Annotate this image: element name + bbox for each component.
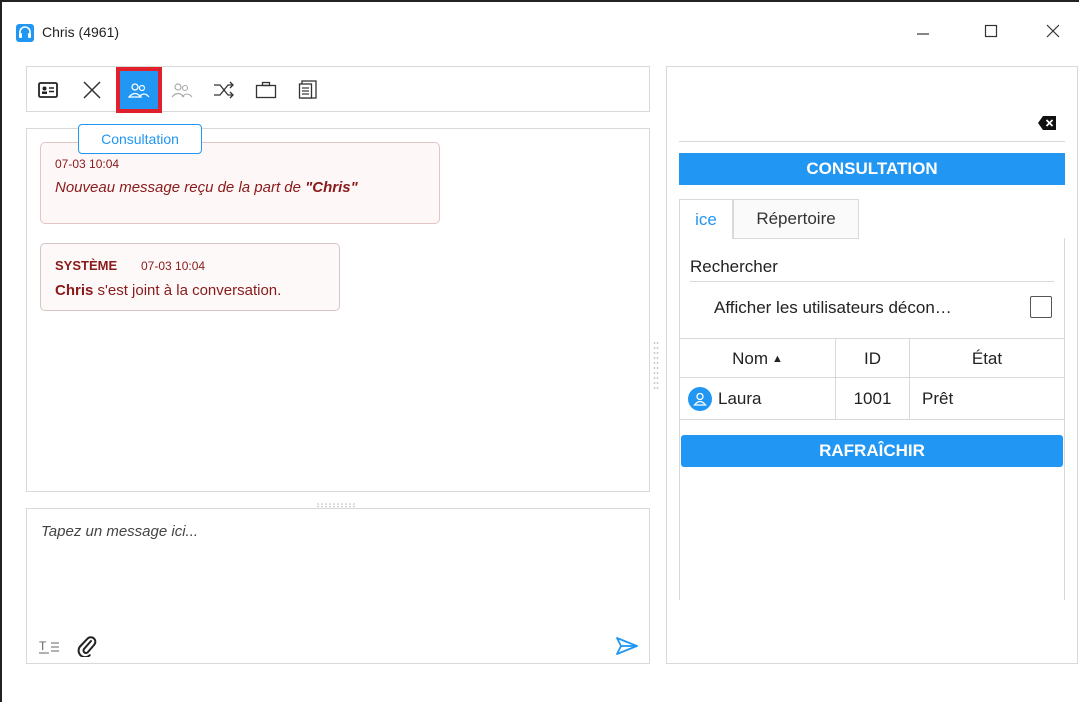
table-row[interactable]: Laura 1001 Prêt bbox=[680, 378, 1064, 420]
notes-button[interactable] bbox=[291, 73, 325, 107]
transfer-button[interactable] bbox=[207, 73, 241, 107]
user-name: Laura bbox=[718, 389, 762, 408]
notes-icon bbox=[298, 80, 317, 99]
title-bar: Chris (4961) bbox=[2, 2, 1079, 48]
message-text: Nouveau message reçu de la part de bbox=[55, 179, 306, 196]
headset-icon bbox=[16, 24, 34, 42]
send-button[interactable] bbox=[615, 635, 639, 657]
end-call-icon bbox=[83, 81, 101, 99]
search-input[interactable] bbox=[690, 252, 1054, 282]
maximize-icon bbox=[984, 24, 998, 38]
message-body: Nouveau message reçu de la part de "Chri… bbox=[55, 179, 358, 196]
briefcase-icon bbox=[255, 81, 277, 99]
conference-icon bbox=[171, 83, 193, 98]
consultation-header: CONSULTATION bbox=[679, 153, 1065, 185]
contact-card-button[interactable] bbox=[31, 73, 65, 107]
clear-button[interactable] bbox=[1037, 115, 1057, 131]
window-title: Chris (4961) bbox=[42, 24, 120, 40]
column-header-label: Nom bbox=[732, 349, 768, 368]
message-composer: T bbox=[26, 508, 650, 664]
column-header-state[interactable]: État bbox=[910, 339, 1064, 379]
grip-dots-icon bbox=[653, 342, 659, 389]
consultation-icon bbox=[127, 83, 150, 98]
horizontal-splitter[interactable] bbox=[314, 495, 360, 508]
end-call-button[interactable] bbox=[75, 73, 109, 107]
transfer-icon bbox=[214, 81, 234, 99]
cell-state: Prêt bbox=[922, 389, 954, 408]
chat-message-system: SYSTÈME 07-03 10:04 Chris s'est joint à … bbox=[40, 243, 340, 311]
column-header-name[interactable]: Nom ▲ bbox=[680, 339, 836, 379]
refresh-button[interactable]: RAFRAÎCHIR bbox=[681, 435, 1063, 467]
consultation-button[interactable] bbox=[116, 67, 162, 113]
tab-directory[interactable]: Répertoire bbox=[733, 199, 859, 239]
message-body: Chris s'est joint à la conversation. bbox=[55, 282, 281, 299]
maximize-button[interactable] bbox=[968, 16, 1014, 46]
message-timestamp: 07-03 10:04 bbox=[141, 259, 206, 273]
message-sender-name: "Chris" bbox=[305, 179, 358, 196]
svg-text:T: T bbox=[39, 639, 47, 653]
paperclip-icon bbox=[77, 636, 97, 659]
show-offline-label: Afficher les utilisateurs décon… bbox=[714, 298, 952, 317]
consultation-tooltip: Consultation bbox=[78, 124, 202, 154]
minimize-icon bbox=[917, 33, 929, 35]
message-participant-name: Chris bbox=[55, 282, 94, 299]
minimize-button[interactable] bbox=[900, 16, 946, 46]
user-avatar-icon bbox=[688, 387, 712, 411]
tab-ice[interactable]: ice bbox=[679, 199, 733, 239]
contact-card-icon bbox=[38, 82, 58, 98]
send-icon bbox=[616, 637, 638, 655]
backspace-icon bbox=[1038, 116, 1056, 130]
tab-content: Afficher les utilisateurs décon… Nom ▲ I… bbox=[679, 238, 1065, 600]
text-format-button[interactable]: T bbox=[39, 637, 61, 657]
briefcase-button[interactable] bbox=[249, 73, 283, 107]
message-sender: SYSTÈME bbox=[55, 258, 118, 273]
consultation-panel: CONSULTATION ice Répertoire Afficher les… bbox=[666, 66, 1078, 664]
close-icon bbox=[1046, 24, 1060, 38]
panel-divider bbox=[679, 141, 1065, 142]
chat-message-notification: 07-03 10:04 Nouveau message reçu de la p… bbox=[40, 142, 440, 224]
vertical-splitter[interactable] bbox=[652, 340, 660, 392]
cell-id: 1001 bbox=[836, 378, 910, 420]
column-header-id[interactable]: ID bbox=[836, 339, 910, 379]
attach-file-button[interactable] bbox=[77, 635, 97, 659]
message-timestamp: 07-03 10:04 bbox=[55, 157, 120, 171]
interaction-toolbar bbox=[26, 66, 650, 113]
message-input[interactable] bbox=[41, 523, 631, 623]
text-format-icon: T bbox=[39, 639, 59, 654]
table-header: Nom ▲ ID État bbox=[680, 338, 1064, 379]
close-window-button[interactable] bbox=[1030, 16, 1076, 46]
show-offline-checkbox[interactable] bbox=[1030, 296, 1052, 318]
sort-ascending-icon: ▲ bbox=[772, 353, 783, 365]
conference-button[interactable] bbox=[165, 73, 199, 107]
cell-name: Laura bbox=[680, 378, 836, 420]
message-text: s'est joint à la conversation. bbox=[93, 282, 282, 299]
